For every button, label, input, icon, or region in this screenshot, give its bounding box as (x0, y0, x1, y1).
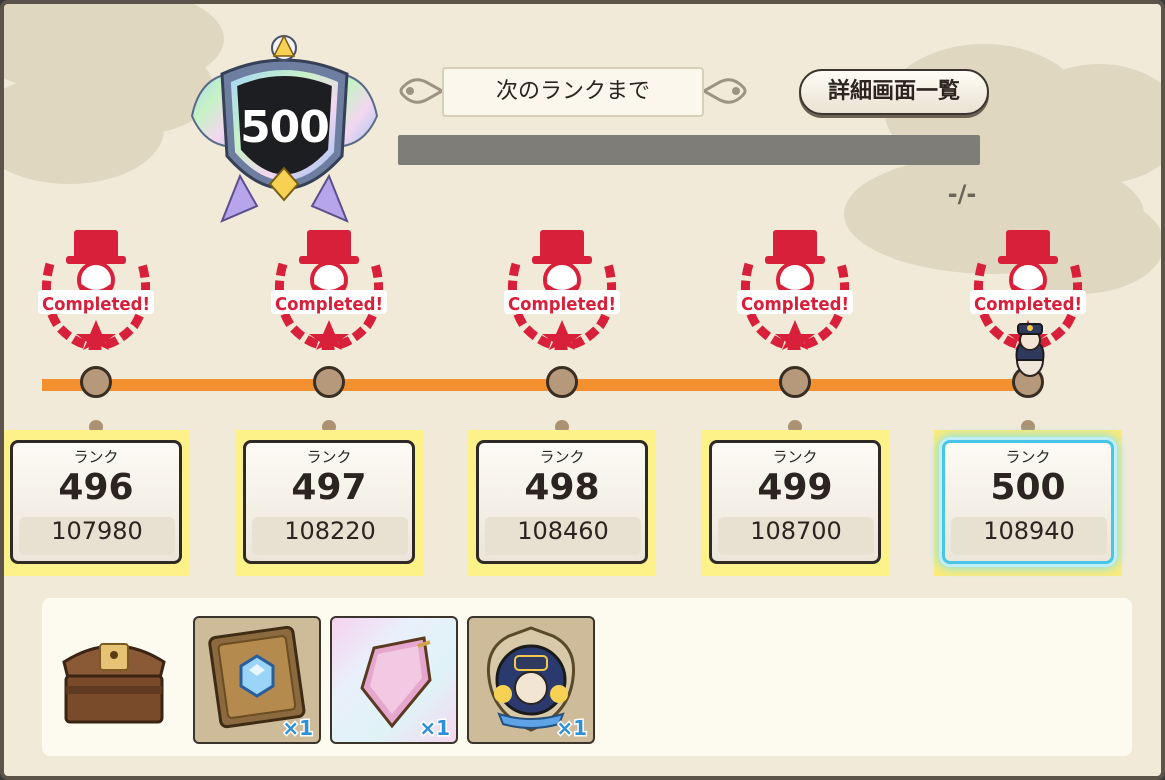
left-ornament-icon (399, 78, 442, 104)
completed-stamp-text: Completed! (741, 294, 849, 315)
rank-card-number: 500 (990, 467, 1066, 508)
timeline-node (80, 366, 112, 398)
player-character-icon (1015, 323, 1045, 377)
treasure-chest-icon (62, 643, 166, 724)
right-ornament-icon (704, 78, 747, 104)
rank-card-number: 498 (524, 467, 600, 508)
current-rank-number: 500 (239, 101, 331, 154)
reward-item-2[interactable]: ×1 (330, 616, 458, 744)
completed-stamp-text: Completed! (508, 294, 616, 315)
rank-card-498[interactable]: ランク 498 108460 (476, 440, 648, 564)
rank-card-exp: 108940 (951, 517, 1107, 555)
rank-card-exp: 108700 (718, 517, 874, 555)
rank-card-496[interactable]: ランク 496 107980 (10, 440, 182, 564)
rank-panel: 500 次のランクまで 詳細画面一覧 -/- Completed! ランク 496 1… (0, 0, 1165, 780)
rank-card-label: ランク (772, 448, 818, 466)
rank-card-label: ランク (73, 448, 119, 466)
rank-card-label: ランク (1005, 448, 1051, 466)
completed-stamp-icon: Completed! (38, 230, 154, 350)
reward-item-3-qty: ×1 (555, 715, 589, 742)
rank-card-number: 496 (58, 467, 134, 508)
completed-stamp-text: Completed! (974, 294, 1082, 315)
rank-card-499[interactable]: ランク 499 108700 (709, 440, 881, 564)
reward-item-3[interactable]: ×1 (467, 616, 595, 744)
timeline-node (546, 366, 578, 398)
next-rank-label: 次のランクまで (442, 67, 704, 117)
rank-card-500[interactable]: ランク 500 108940 (942, 440, 1114, 564)
rank-card-497[interactable]: ランク 497 108220 (243, 440, 415, 564)
reward-item-1-qty: ×1 (281, 715, 315, 742)
rank-card-exp: 108460 (485, 517, 641, 555)
detail-list-button[interactable]: 詳細画面一覧 (799, 69, 989, 115)
completed-stamp-icon: Completed! (271, 230, 387, 350)
timeline-node (313, 366, 345, 398)
reward-item-1[interactable]: ×1 (193, 616, 321, 744)
completed-stamp-icon: Completed! (737, 230, 853, 350)
progress-text: -/- (947, 180, 977, 208)
rank-timeline-line (42, 379, 1032, 391)
rank-card-exp: 108220 (252, 517, 408, 555)
rank-card-number: 497 (291, 467, 367, 508)
timeline-node (779, 366, 811, 398)
rank-card-exp: 107980 (19, 517, 175, 555)
rank-card-label: ランク (539, 448, 585, 466)
completed-stamp-icon: Completed! (504, 230, 620, 350)
completed-stamp-text: Completed! (42, 294, 150, 315)
rank-card-number: 499 (757, 467, 833, 508)
reward-item-2-qty: ×1 (418, 715, 452, 742)
next-rank-progress-bar (398, 135, 980, 165)
rank-card-label: ランク (306, 448, 352, 466)
completed-stamp-text: Completed! (275, 294, 383, 315)
